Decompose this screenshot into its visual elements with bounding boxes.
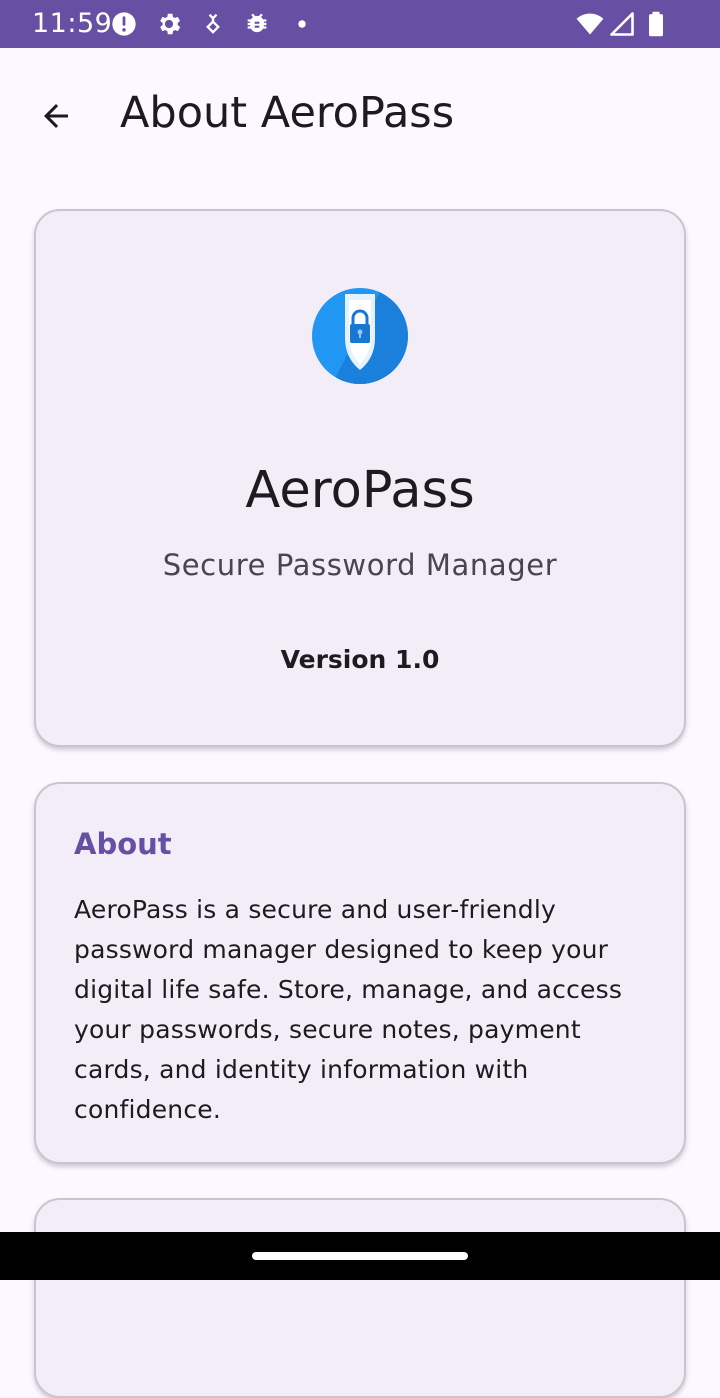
about-section-title: About — [74, 827, 172, 861]
page-title: About AeroPass — [120, 88, 455, 138]
about-description: AeroPass is a secure and user-friendly p… — [74, 895, 623, 1124]
status-bar: 11:59 — [0, 0, 720, 48]
alert-circle-icon — [110, 10, 138, 38]
app-name: AeroPass — [245, 461, 475, 520]
back-button[interactable] — [28, 88, 84, 144]
system-navigation-bar — [0, 1232, 720, 1280]
app-tagline: Secure Password Manager — [162, 548, 558, 582]
wifi-icon — [576, 10, 604, 38]
app-info-card: AeroPass Secure Password Manager Version… — [34, 209, 686, 747]
settings-gear-icon — [155, 10, 183, 38]
app-version: Version 1.0 — [280, 645, 440, 674]
shield-lock-logo-icon — [312, 288, 408, 384]
cell-signal-icon — [608, 10, 636, 38]
status-time: 11:59 — [32, 8, 113, 39]
next-card — [34, 1198, 686, 1398]
arrow-back-icon — [38, 98, 74, 134]
battery-icon — [642, 10, 670, 38]
notification-dot-icon — [288, 10, 316, 38]
home-gesture-handle[interactable] — [252, 1252, 468, 1260]
usb-debug-icon — [199, 10, 227, 38]
about-card: About AeroPass is a secure and user-frie… — [34, 782, 686, 1164]
bug-icon — [243, 10, 271, 38]
top-app-bar: About AeroPass — [0, 48, 720, 178]
